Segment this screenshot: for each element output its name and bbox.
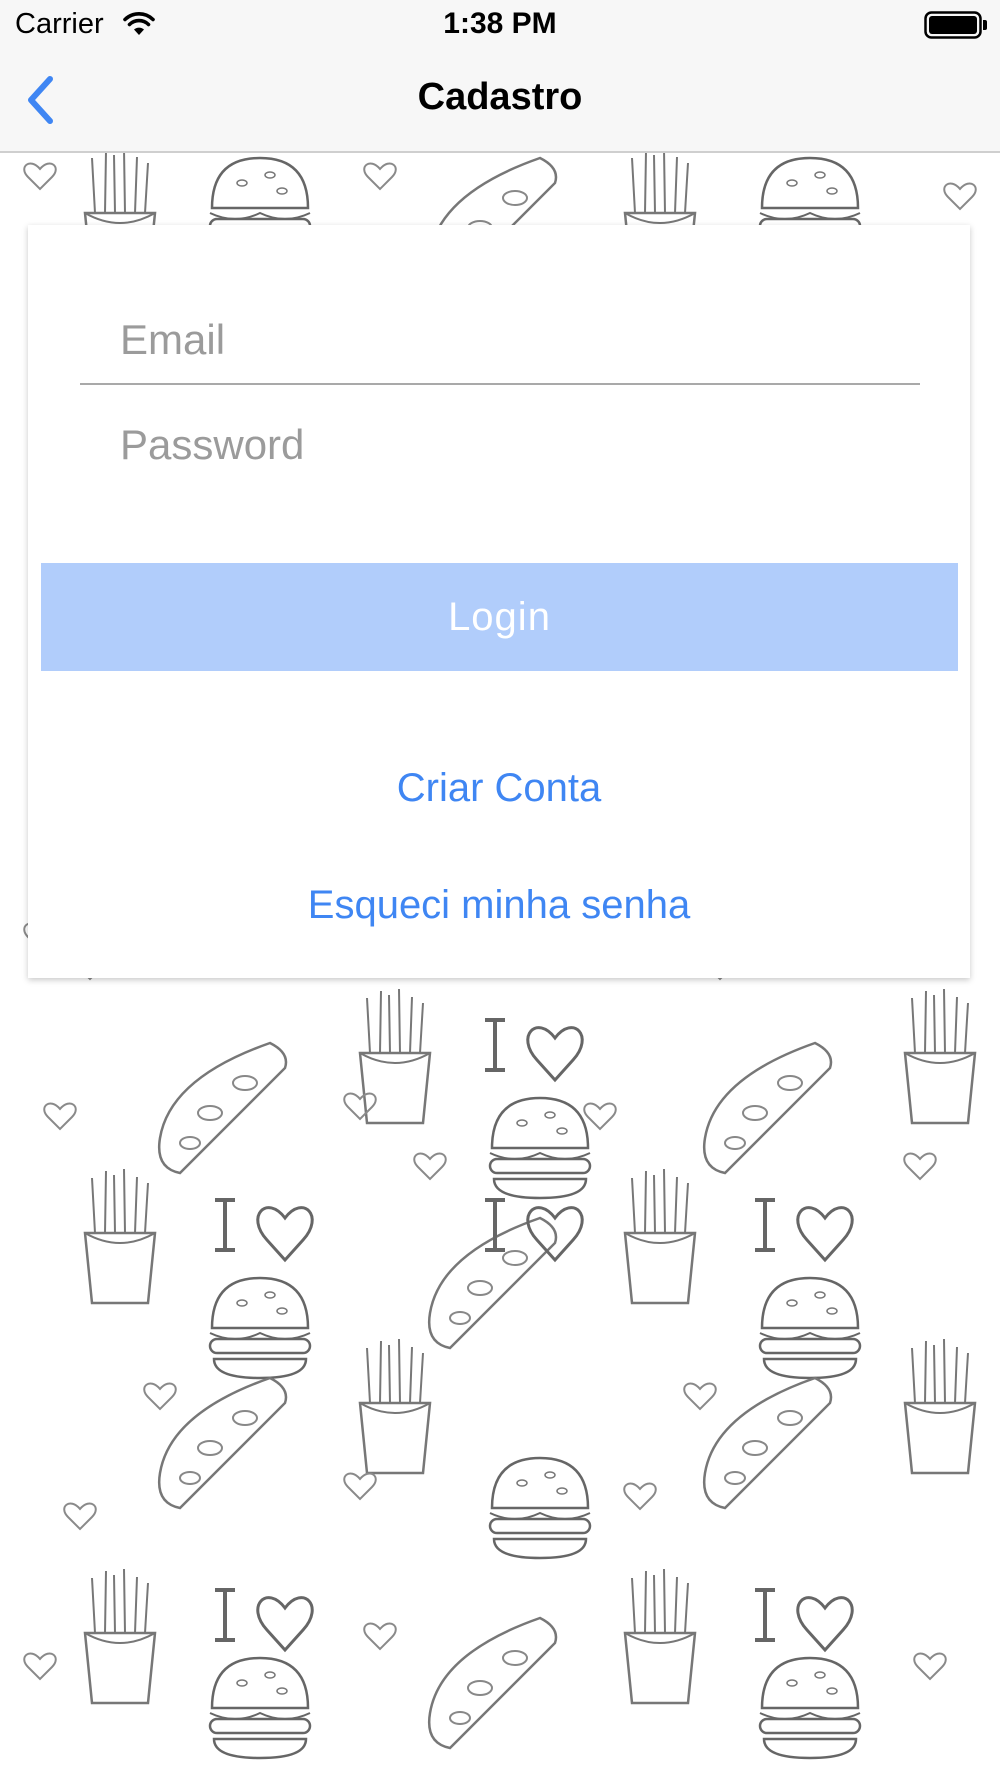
forgot-password-button[interactable]: Esqueci minha senha: [28, 875, 970, 935]
password-field-container: [80, 405, 920, 485]
page-title: Cadastro: [417, 76, 583, 118]
navigation-bar: Cadastro: [0, 50, 1000, 153]
email-field-container: [80, 300, 920, 385]
email-field[interactable]: [80, 300, 920, 380]
status-bar: Carrier 1:38 PM: [0, 0, 1000, 50]
login-card: Login Criar Conta Esqueci minha senha: [28, 225, 970, 978]
password-field[interactable]: [80, 405, 920, 485]
battery-icon: [924, 11, 987, 39]
login-button[interactable]: Login: [41, 563, 958, 671]
create-account-button[interactable]: Criar Conta: [28, 758, 970, 818]
status-time: 1:38 PM: [443, 7, 557, 40]
